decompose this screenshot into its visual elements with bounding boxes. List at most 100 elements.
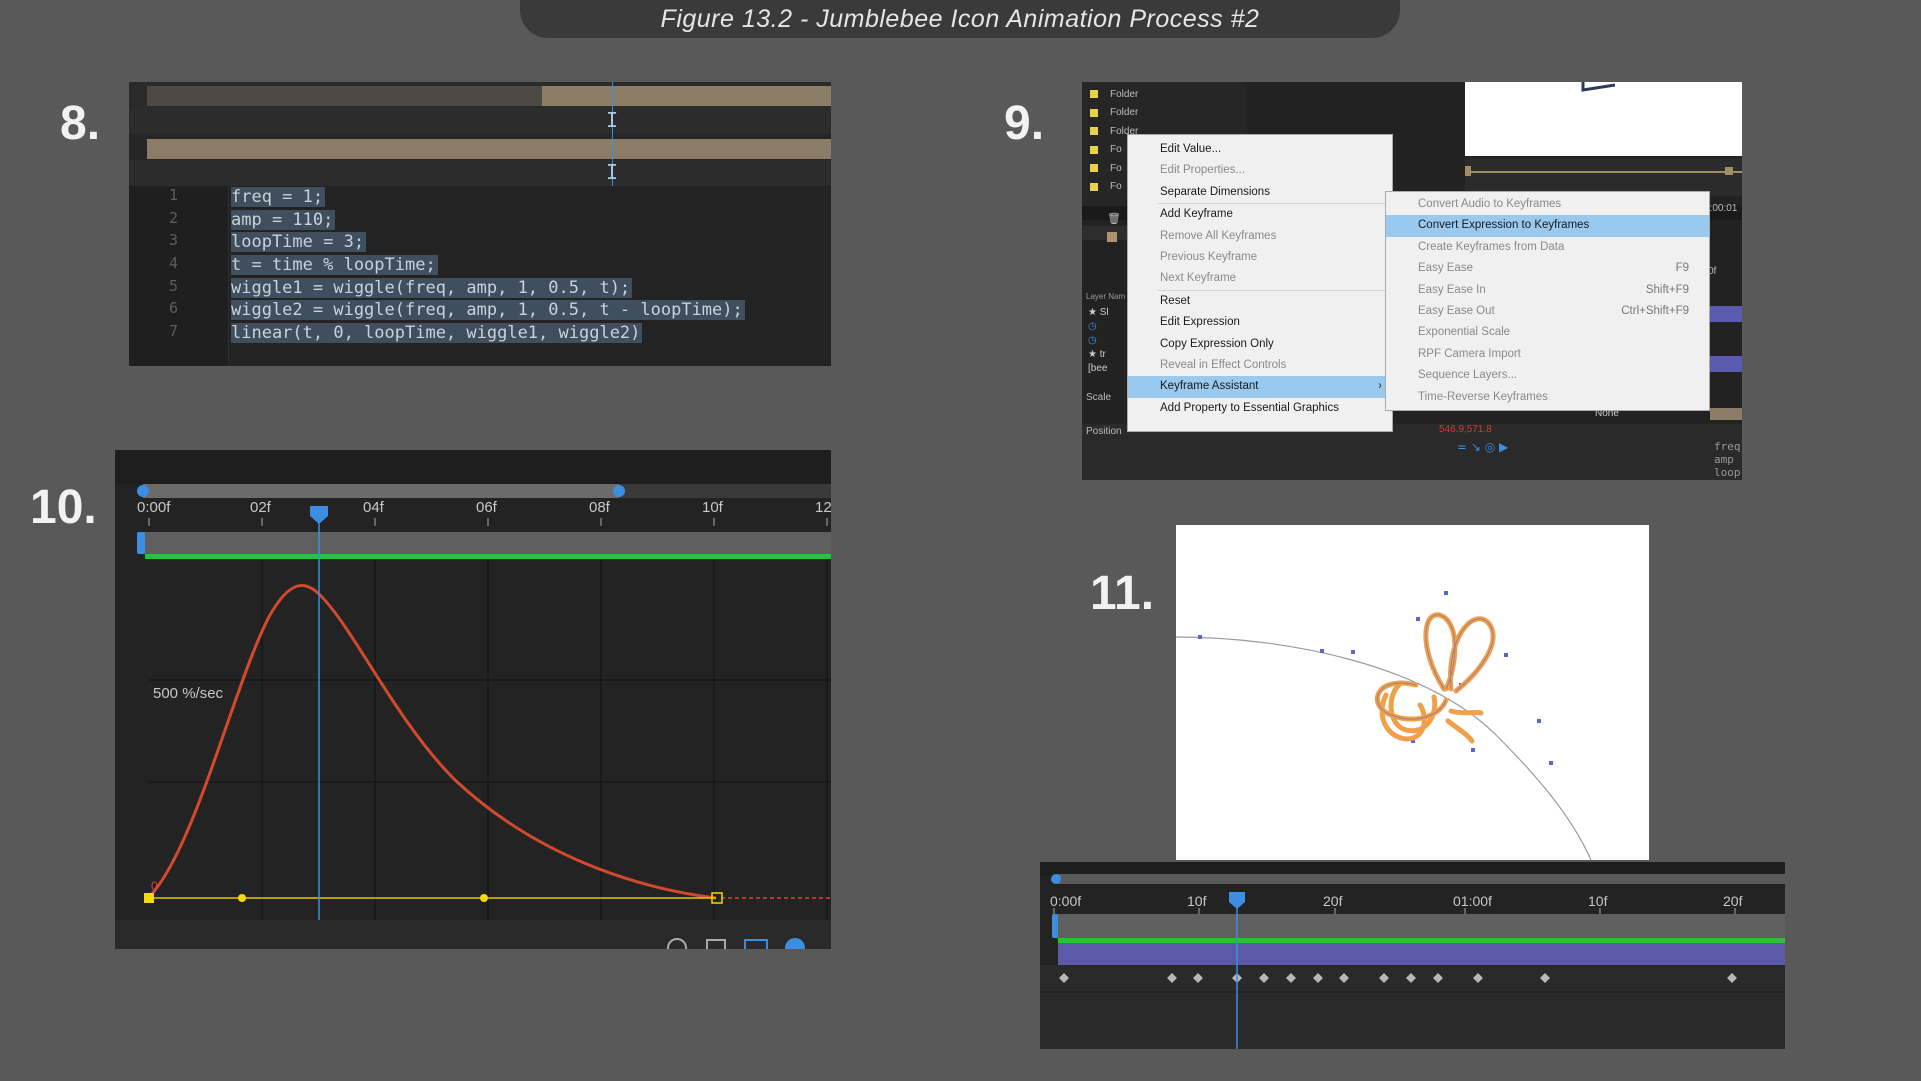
step-10-label: 10. <box>30 481 97 534</box>
work-area-green-bar[interactable] <box>1058 938 1785 943</box>
menu-item-label: Time-Reverse Keyframes <box>1418 390 1548 403</box>
project-item[interactable]: Folder <box>1090 105 1138 121</box>
menu-item-label: Edit Expression <box>1160 316 1240 329</box>
playhead-handle[interactable] <box>310 506 328 524</box>
bee-illustration <box>1374 612 1496 744</box>
menu-item-label: Easy Ease Out <box>1418 304 1495 317</box>
bezier-handle[interactable] <box>238 894 246 902</box>
layer-star-icon: ★ Sl <box>1088 307 1109 318</box>
line-number: 2 <box>168 208 178 227</box>
bezier-handle[interactable] <box>480 894 488 902</box>
project-item[interactable]: Fo <box>1090 142 1122 158</box>
menu-item-label: Easy Ease <box>1418 262 1473 275</box>
stopwatch-icon[interactable]: ◷ <box>1088 320 1109 334</box>
playhead-handle[interactable] <box>1229 892 1245 909</box>
speed-curve[interactable] <box>147 584 717 900</box>
composition-viewer <box>1465 82 1742 156</box>
ruler-label: 10f <box>702 499 724 516</box>
menu-item[interactable]: Exponential Scale <box>1386 322 1709 343</box>
code-line: freq = 1; <box>231 187 326 207</box>
menu-item[interactable]: Convert Audio to Keyframes <box>1386 194 1709 215</box>
keyframe-start[interactable] <box>144 893 154 903</box>
context-menu: Edit Value... Edit Properties... Separate … <box>1127 134 1393 432</box>
step-8-label: 8. <box>60 97 101 150</box>
figure-title: Figure 13.2 - Jumblebee Icon Animation P… <box>520 0 1400 38</box>
layer-stack: ★ Sl ◷ ◷ ★ tr [bee <box>1088 306 1109 376</box>
layer-bar[interactable] <box>1058 943 1785 965</box>
menu-item-label: Next Keyframe <box>1160 272 1237 285</box>
menu-item[interactable]: Copy Expression Only <box>1128 334 1392 355</box>
work-area-end-handle[interactable] <box>613 485 625 497</box>
menu-item-label: Create Keyframes from Data <box>1418 240 1565 253</box>
menu-item-label: Copy Expression Only <box>1160 337 1274 350</box>
navigator-start-handle[interactable] <box>1051 874 1061 884</box>
text-cursor-icon: I <box>606 108 619 132</box>
menu-item[interactable]: Separate Dimensions <box>1128 182 1392 203</box>
menu-item-shortcut: Ctrl+Shift+F9 <box>1621 304 1689 317</box>
menu-item[interactable]: Keyframe Assistant › <box>1128 376 1392 398</box>
menu-item-label: Convert Audio to Keyframes <box>1418 198 1562 210</box>
ruler-label: 0:00f <box>1050 893 1081 909</box>
menu-item[interactable]: Previous Keyframe <box>1128 247 1392 268</box>
speed-graph: 0:00f 02f 04f 06f 08f 10f 12 500 %/sec 0 <box>115 450 831 949</box>
code-line: amp = 110; <box>231 209 336 230</box>
menu-item[interactable]: Reset <box>1128 291 1392 312</box>
graph-editor-panel: 0:00f 02f 04f 06f 08f 10f 12 500 %/sec 0 <box>115 450 831 949</box>
menu-item[interactable]: Time-Reverse Keyframes <box>1386 387 1709 408</box>
folder-icon <box>1090 182 1098 191</box>
menu-item-label: Keyframe Assistant <box>1160 380 1259 393</box>
ruler-label: 01:00f <box>1453 893 1492 909</box>
menu-item[interactable]: Edit Properties... <box>1128 160 1392 181</box>
menu-item[interactable]: Add Property to Essential Graphics <box>1128 398 1392 419</box>
time-navigator[interactable] <box>1058 874 1785 884</box>
project-item[interactable]: Fo <box>1090 160 1122 176</box>
menu-item-label: Previous Keyframe <box>1160 250 1258 263</box>
menu-item-label: Reveal in Effect Controls <box>1160 358 1287 371</box>
line-number: 3 <box>168 231 178 250</box>
code-line: wiggle1 = wiggle(freq, amp, 1, 0.5, t); <box>231 277 633 298</box>
menu-item[interactable]: Easy Ease In Shift+F9 <box>1386 280 1709 301</box>
menu-item[interactable]: Remove All Keyframes <box>1128 226 1392 247</box>
menu-item[interactable]: Edit Expression <box>1128 312 1392 333</box>
ruler-label: 20f <box>1723 893 1743 909</box>
menu-item-label: Edit Value... <box>1160 143 1222 155</box>
menu-item[interactable]: Easy Ease F9 <box>1386 258 1709 279</box>
menu-item[interactable]: RPF Camera Import <box>1386 344 1709 365</box>
layer-bar-tan <box>542 86 831 106</box>
ruler-label: 06f <box>476 499 498 516</box>
menu-item-label: Reset <box>1160 294 1191 307</box>
work-area-bar[interactable] <box>143 484 619 498</box>
stopwatch-icon[interactable]: ◷ <box>1088 334 1109 348</box>
folder-icon <box>1090 108 1098 117</box>
menu-item[interactable]: Easy Ease Out Ctrl+Shift+F9 <box>1386 301 1709 322</box>
ruler-label: 04f <box>363 499 385 516</box>
project-item[interactable]: Folder <box>1090 86 1138 102</box>
ruler-label: 10f <box>1187 893 1207 909</box>
code-line: loopTime = 3; <box>231 232 367 253</box>
project-item[interactable]: Fo <box>1090 179 1122 195</box>
bee-motion-path <box>1176 591 1592 860</box>
menu-item[interactable]: Create Keyframes from Data <box>1386 237 1709 258</box>
position-value[interactable]: 546.9,571.8 <box>1439 424 1492 435</box>
menu-item[interactable]: Convert Expression to Keyframes <box>1386 215 1709 237</box>
menu-item-label: Remove All Keyframes <box>1160 229 1277 242</box>
line-number: 4 <box>168 254 178 273</box>
menu-item-label: Separate Dimensions <box>1160 185 1270 198</box>
work-area-start-handle[interactable] <box>137 485 149 497</box>
layer-row-4 <box>129 160 831 186</box>
trash-icon[interactable]: 🗑 <box>1107 212 1121 225</box>
project-item-label: Fo <box>1110 181 1122 192</box>
menu-item[interactable]: Next Keyframe <box>1128 268 1392 289</box>
graph-tools-icon[interactable]: = ↘ ◎ ▶ <box>1457 440 1508 454</box>
property-position: Position <box>1086 426 1122 437</box>
menu-item[interactable]: Sequence Layers... <box>1386 365 1709 386</box>
work-area-green-bar[interactable] <box>145 554 831 559</box>
keyframe-timeline: 0:00f 10f 20f 01:00f 10f 20f <box>1040 862 1785 1049</box>
line-number-gutter: 1 2 3 4 5 6 7 <box>129 186 229 366</box>
ruler-label: 08f <box>589 499 611 516</box>
folder-icon <box>1090 127 1098 135</box>
menu-item[interactable]: Reveal in Effect Controls <box>1128 355 1392 376</box>
menu-item[interactable]: Edit Value... <box>1128 139 1392 160</box>
menu-item[interactable]: Add Keyframe <box>1128 204 1392 225</box>
expression-code-field[interactable]: freq = 1; amp = 110; loopTime = 3; t = t… <box>231 186 745 345</box>
